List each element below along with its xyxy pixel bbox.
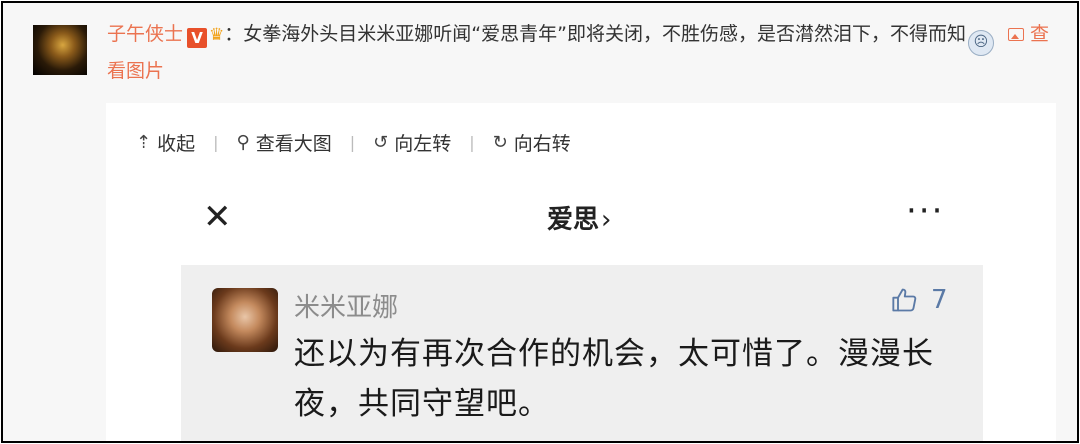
post-body: 子午侠士 V ♛：女拳海外头目米米亚娜听闻“爱思青年”即将关闭，不胜伤感，是否潸然泪…	[107, 19, 1057, 86]
view-large-button[interactable]: ⚲ 查看大图	[237, 129, 332, 156]
picture-icon	[1007, 28, 1024, 41]
collapse-icon: ⇡	[136, 131, 152, 153]
toolbar-divider: |	[349, 132, 356, 152]
close-icon: ✕	[203, 197, 232, 237]
media-toolbar: ⇡ 收起 | ⚲ 查看大图 | ↺ 向左转 | ↻ 向右转	[136, 129, 571, 155]
rotate-right-button[interactable]: ↻ 向右转	[493, 129, 571, 156]
commenter-avatar	[212, 288, 278, 352]
collapse-button[interactable]: ⇡ 收起	[136, 129, 195, 156]
crown-icon: ♛	[209, 25, 225, 45]
post-text: 女拳海外头目米米亚娜听闻“爱思青年”即将关闭，不胜伤感，是否潸然泪下，不得而知	[243, 23, 966, 45]
author-avatar[interactable]	[33, 25, 87, 75]
rotate-right-icon: ↻	[492, 131, 508, 153]
media-viewer: ⇡ 收起 | ⚲ 查看大图 | ↺ 向左转 | ↻ 向右转 ✕ 爱思› ···	[106, 103, 1056, 441]
magnifier-icon: ⚲	[236, 131, 250, 153]
rotate-right-label: 向右转	[513, 132, 571, 155]
weibo-post-frame: 子午侠士 V ♛：女拳海外头目米米亚娜听闻“爱思青年”即将关闭，不胜伤感，是否潸然泪…	[1, 1, 1079, 443]
collapse-label: 收起	[157, 132, 196, 155]
screenshot-title: 爱思›	[547, 199, 611, 236]
rotate-left-icon: ↺	[373, 131, 389, 153]
toolbar-divider: |	[469, 132, 475, 152]
commenter-name: 米米亚娜	[294, 293, 399, 323]
rotate-left-label: 向左转	[394, 132, 452, 155]
comment-text: 还以为有再次合作的机会，太可惜了。漫漫长夜，共同守望吧。	[294, 336, 934, 422]
view-large-label: 查看大图	[255, 132, 332, 155]
screenshot-header: ✕ 爱思› ···	[181, 191, 961, 243]
emoji-icon: ☹	[967, 30, 994, 56]
comment-card: 米米亚娜 7 还以为有再次合作的机会，太可惜了。漫漫长夜，共同守望吧。	[181, 265, 983, 441]
chevron-right-icon: ›	[601, 205, 612, 235]
author-name[interactable]: 子午侠士	[107, 23, 183, 45]
rotate-left-button[interactable]: ↺ 向左转	[373, 129, 451, 156]
screenshot-title-text: 爱思	[547, 205, 600, 235]
more-icon: ···	[906, 191, 945, 231]
toolbar-divider: |	[213, 132, 219, 152]
colon-separator: ：	[224, 23, 244, 45]
verified-badge-icon: V	[187, 28, 208, 48]
like-indicator: 7	[891, 285, 948, 315]
thumbs-up-icon	[892, 288, 917, 312]
like-count: 7	[931, 285, 948, 315]
